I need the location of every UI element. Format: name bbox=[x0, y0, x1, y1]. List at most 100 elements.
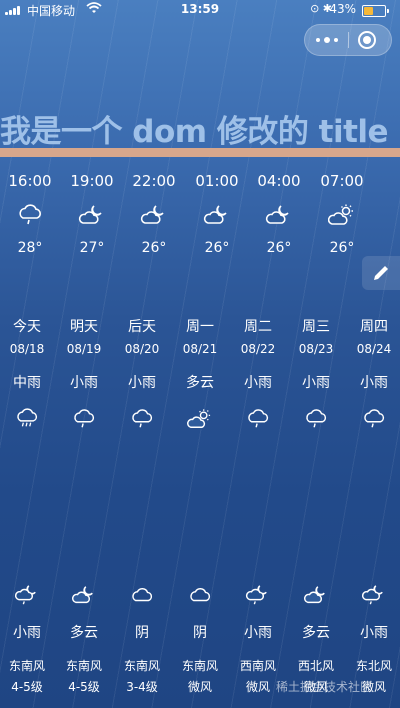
battery-percent: 43% bbox=[329, 2, 356, 16]
hourly-item: 16:00 28° bbox=[0, 172, 60, 256]
cloud-sun-icon bbox=[187, 409, 211, 428]
edit-button[interactable] bbox=[362, 256, 400, 290]
cloud-rain-icon bbox=[19, 204, 41, 225]
pencil-icon bbox=[374, 266, 388, 280]
day-weather: 小雨 bbox=[244, 375, 272, 391]
capsule-divider bbox=[348, 32, 349, 48]
cloud-rain-icon bbox=[132, 409, 153, 428]
hour-time: 22:00 bbox=[132, 172, 176, 190]
day-date: 08/21 bbox=[182, 342, 218, 356]
wind-level: 4-5级 bbox=[11, 680, 43, 694]
wind-level: 微风 bbox=[187, 680, 212, 694]
hour-temp: 27° bbox=[79, 240, 105, 256]
wind-direction: 东南风 bbox=[8, 659, 45, 673]
cloud-rain-icon bbox=[364, 409, 385, 428]
title-underline bbox=[0, 148, 400, 157]
status-bar: 中国移动 13:59 ⊙ ✱ 43% bbox=[0, 0, 400, 20]
day-weekday: 周三 bbox=[302, 319, 330, 335]
hourly-item: 04:00 26° bbox=[249, 172, 309, 256]
cloud-moon-rain-icon bbox=[14, 585, 36, 605]
wind-direction: 东南风 bbox=[65, 659, 102, 673]
hour-time: 04:00 bbox=[257, 172, 301, 190]
night-item: 小雨东南风 4-5级 bbox=[0, 584, 56, 695]
day-date: 08/24 bbox=[356, 342, 392, 356]
daily-item: 周一 08/21 多云 bbox=[171, 316, 229, 430]
night-weather: 小雨 bbox=[360, 625, 388, 641]
day-date: 08/19 bbox=[66, 342, 102, 356]
cloud-moon-icon bbox=[303, 586, 325, 604]
cloud-rain-icon bbox=[74, 409, 95, 428]
night-weather: 多云 bbox=[302, 625, 330, 641]
wind-direction: 东北风 bbox=[355, 659, 392, 673]
daily-item: 后天 08/20 小雨 bbox=[113, 316, 171, 430]
cloud-moon-icon bbox=[78, 205, 102, 224]
day-date: 08/22 bbox=[240, 342, 276, 356]
night-weather: 阴 bbox=[135, 625, 149, 641]
daily-item: 周二 08/22 小雨 bbox=[229, 316, 287, 430]
cloud-rain-icon bbox=[248, 409, 269, 428]
cloud-moon-icon bbox=[140, 205, 164, 224]
day-weather: 小雨 bbox=[302, 375, 330, 391]
daily-item: 今天 08/18 中雨 bbox=[0, 316, 56, 430]
hour-time: 07:00 bbox=[320, 172, 364, 190]
day-weekday: 明天 bbox=[70, 319, 98, 335]
hour-time: 01:00 bbox=[195, 172, 239, 190]
hour-temp: 26° bbox=[204, 240, 230, 256]
wind-direction: 西南风 bbox=[239, 659, 276, 673]
day-weekday: 后天 bbox=[128, 319, 156, 335]
battery-icon bbox=[362, 5, 389, 17]
cloud-sun-icon bbox=[328, 204, 353, 225]
night-item: 阴东南风 3-4级 bbox=[113, 584, 171, 695]
hourly-item: 22:00 26° bbox=[124, 172, 184, 256]
miniprogram-capsule bbox=[304, 24, 392, 56]
cloud-rain-icon bbox=[306, 409, 327, 428]
day-weekday: 周二 bbox=[244, 319, 272, 335]
night-weather: 小雨 bbox=[244, 625, 272, 641]
watermark: 稀土掘金技术社区 bbox=[276, 680, 373, 694]
wind-direction: 西北风 bbox=[297, 659, 334, 673]
day-weather: 多云 bbox=[186, 375, 214, 391]
cloud-heavy-rain-icon bbox=[17, 408, 38, 427]
hour-temp: 26° bbox=[141, 240, 167, 256]
night-weather: 小雨 bbox=[13, 625, 41, 641]
day-weather: 小雨 bbox=[360, 375, 388, 391]
day-date: 08/20 bbox=[124, 342, 160, 356]
daily-item: 明天 08/19 小雨 bbox=[55, 316, 113, 430]
day-weather: 中雨 bbox=[13, 375, 41, 391]
day-date: 08/23 bbox=[298, 342, 334, 356]
more-menu-button[interactable] bbox=[305, 25, 348, 55]
night-item: 多云东南风 4-5级 bbox=[55, 584, 113, 695]
day-weather: 小雨 bbox=[70, 375, 98, 391]
page-title: 我是一个 dom 修改的 title bbox=[0, 114, 389, 148]
day-weekday: 周四 bbox=[360, 319, 388, 335]
hour-temp: 26° bbox=[329, 240, 355, 256]
hourly-item: 01:00 26° bbox=[187, 172, 247, 256]
close-miniprogram-button[interactable] bbox=[358, 31, 376, 49]
wind-level: 3-4级 bbox=[126, 680, 158, 694]
hourly-forecast: 16:00 28° 19:00 27° 22:00 26° 01:00 26° 04:00 26°… bbox=[0, 172, 400, 284]
night-weather: 阴 bbox=[193, 625, 207, 641]
wind-direction: 东南风 bbox=[123, 659, 160, 673]
night-weather: 多云 bbox=[70, 625, 98, 641]
day-weekday: 今天 bbox=[13, 319, 41, 335]
daily-item: 周四 08/24 小雨 bbox=[345, 316, 400, 430]
hourly-item: 07:00 26° bbox=[312, 172, 372, 256]
hour-time: 16:00 bbox=[8, 172, 52, 190]
hour-temp: 28° bbox=[17, 240, 43, 256]
cloud-icon bbox=[190, 588, 211, 602]
wind-direction: 东南风 bbox=[181, 659, 218, 673]
day-weather: 小雨 bbox=[128, 375, 156, 391]
wind-level: 4-5级 bbox=[68, 680, 100, 694]
cloud-moon-icon bbox=[71, 586, 93, 604]
day-date: 08/18 bbox=[9, 342, 45, 356]
day-weekday: 周一 bbox=[186, 319, 214, 335]
daily-item: 周三 08/23 小雨 bbox=[287, 316, 345, 430]
cloud-moon-icon bbox=[265, 205, 289, 224]
cloud-moon-rain-icon bbox=[245, 585, 267, 605]
cloud-moon-rain-icon bbox=[361, 585, 383, 605]
hour-temp: 26° bbox=[266, 240, 292, 256]
cloud-icon bbox=[132, 588, 153, 602]
night-item: 阴东南风 微风 bbox=[171, 584, 229, 695]
hourly-item: 19:00 27° bbox=[62, 172, 122, 256]
cloud-moon-icon bbox=[203, 205, 227, 224]
